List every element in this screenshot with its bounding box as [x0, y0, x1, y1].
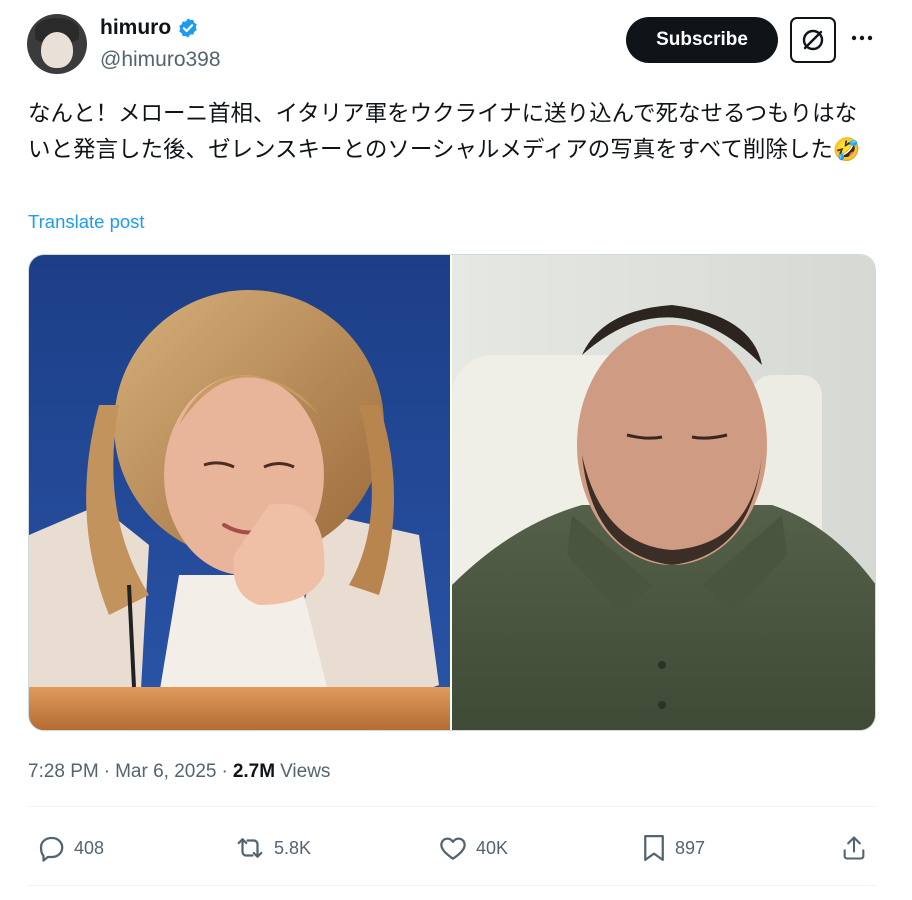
post-meta: 7:28 PM · Mar 6, 2025 · 2.7M Views — [28, 761, 330, 783]
reply-button[interactable]: 408 — [36, 833, 104, 863]
post-time[interactable]: 7:28 PM — [28, 761, 99, 783]
grok-icon — [802, 29, 824, 51]
author-name-row[interactable]: himuro — [100, 16, 199, 40]
divider — [28, 885, 876, 886]
post-text: なんと！メローニ首相、イタリア軍をウクライナに送り込んで死なせるつもりはないと発… — [28, 101, 861, 163]
bookmark-icon — [644, 835, 664, 861]
meta-separator: · — [221, 761, 228, 782]
reply-count: 408 — [74, 837, 105, 858]
share-button[interactable] — [840, 833, 868, 863]
post-date[interactable]: Mar 6, 2025 — [115, 761, 216, 783]
bookmark-button[interactable]: 897 — [641, 833, 705, 863]
avatar[interactable] — [27, 14, 87, 74]
photo-right[interactable] — [452, 255, 875, 730]
views-count: 2.7M — [232, 761, 276, 782]
translate-post-link[interactable]: Translate post — [28, 211, 145, 233]
photo-left[interactable] — [29, 255, 450, 730]
verified-badge-icon — [179, 18, 197, 38]
subscribe-button[interactable]: Subscribe — [626, 17, 778, 63]
author-handle[interactable]: @himuro398 — [100, 48, 221, 72]
heart-icon — [440, 837, 466, 860]
photo-right-image — [452, 255, 875, 730]
divider — [28, 806, 876, 807]
meta-separator: · — [103, 761, 111, 782]
like-count: 40K — [476, 837, 509, 858]
repost-count: 5.8K — [274, 837, 312, 858]
repost-button[interactable]: 5.8K — [234, 833, 311, 863]
grok-button[interactable] — [790, 17, 836, 63]
reply-icon — [39, 836, 64, 862]
post-media[interactable] — [28, 254, 876, 731]
share-icon — [843, 836, 865, 860]
photo-left-image — [29, 255, 450, 730]
more-icon — [851, 35, 873, 41]
like-button[interactable]: 40K — [438, 833, 508, 863]
repost-icon — [237, 838, 263, 858]
views-label: Views — [280, 761, 331, 782]
bookmark-count: 897 — [675, 837, 706, 858]
display-name[interactable]: himuro — [100, 16, 171, 40]
more-button[interactable] — [848, 24, 876, 52]
